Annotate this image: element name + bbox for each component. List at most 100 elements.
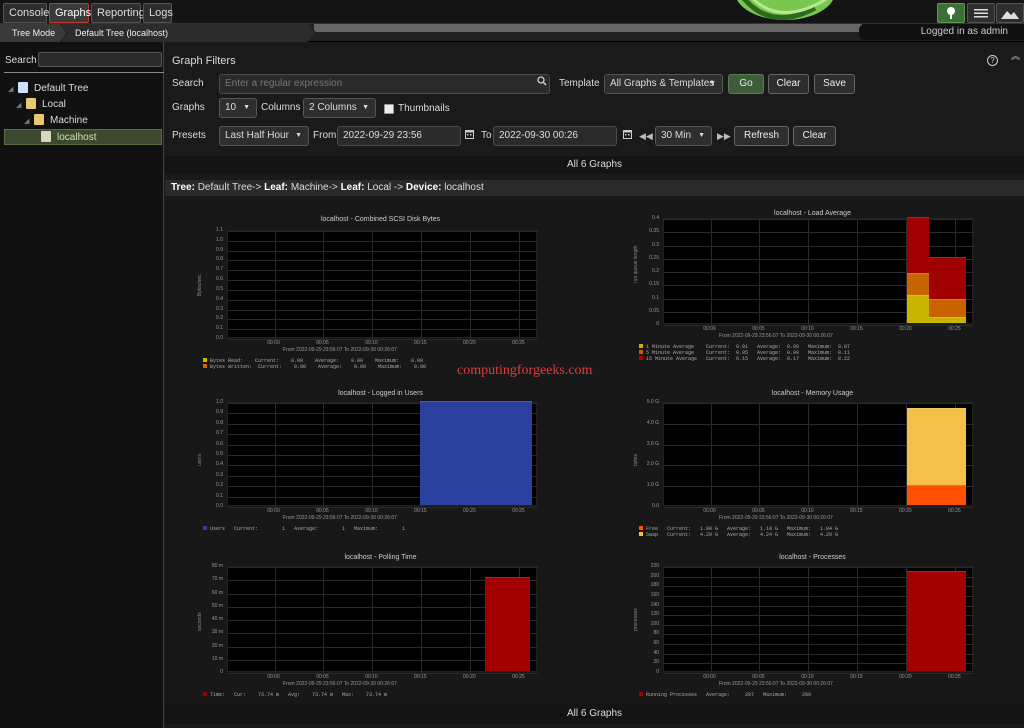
y-tick-label: 0.6 — [216, 440, 223, 447]
shift-forward-icon[interactable]: ▶▶ — [717, 127, 731, 145]
template-select[interactable]: All Graphs & Templates ▼ — [604, 74, 723, 94]
tree-toggle-icon[interactable]: ◢ — [16, 98, 26, 114]
legend-text: Swap Current: 4.29 G Average: 4.24 G Max… — [646, 532, 839, 538]
grid-line — [228, 319, 538, 321]
presets-select[interactable]: Last Half Hour ▼ — [219, 126, 309, 146]
help-icon[interactable]: ? — [987, 55, 998, 66]
leaf-value: Machine-> — [290, 182, 338, 193]
graph-panel[interactable]: localhost - Combined SCSI Disk Bytes 1.1 1… — [183, 216, 578, 376]
y-tick-label: 0.4 — [652, 215, 659, 221]
graph-area-fill — [485, 576, 531, 671]
tree-toggle-icon[interactable]: ◢ — [24, 114, 34, 130]
crumb-default-tree[interactable]: Default Tree (localhost) — [63, 26, 168, 40]
legend-swatch — [203, 692, 207, 696]
y-tick-label: 3.0 G — [646, 440, 659, 447]
chevron-down-icon: ▼ — [295, 132, 302, 139]
presets-value: Last Half Hour — [225, 130, 289, 141]
tree-item-machine[interactable]: ◢ Machine — [24, 113, 164, 129]
graph-panel[interactable]: localhost - Load Average 0.4 0.35 0.3 0.25 0.… — [615, 210, 1010, 370]
y-tick-label: 0.05 — [649, 307, 659, 314]
x-tick-label: 00:05 — [316, 674, 329, 680]
device-value: localhost — [444, 182, 484, 193]
to-label: To — [481, 130, 492, 141]
graph-time-range: From 2022-09-29 23:56:07 To 2022-09-30 0… — [283, 681, 397, 687]
grid-line — [228, 231, 538, 232]
search-icon[interactable] — [537, 75, 547, 93]
calendar-icon[interactable] — [465, 128, 474, 146]
tree-item-local[interactable]: ◢ Local — [16, 97, 156, 113]
tree-item-default-tree[interactable]: ◢ Default Tree — [8, 81, 158, 97]
preview-view-icon[interactable] — [996, 3, 1024, 23]
graph-panel[interactable]: localhost - Polling Time 80 m 70 m 60 m 50 m… — [183, 554, 578, 714]
collapse-icon[interactable]: ︽ — [1011, 52, 1020, 61]
interval-select[interactable]: 30 Min ▼ — [655, 126, 712, 146]
sidebar-search-input[interactable] — [38, 52, 162, 67]
shift-back-icon[interactable]: ◀◀ — [639, 127, 653, 145]
legend-swatch — [639, 350, 643, 354]
x-tick-label: 00:15 — [850, 508, 863, 514]
x-tick-label: 00:00 — [267, 340, 280, 346]
x-tick-label: 00:25 — [948, 508, 961, 514]
grid-line — [664, 403, 974, 404]
thumbnails-checkbox[interactable] — [384, 104, 394, 114]
grid-line — [710, 567, 712, 673]
grid-line — [857, 567, 859, 673]
graph-area-fill — [907, 485, 967, 505]
legend-text: Bytes Written: Current: 0.00 Average: 0.… — [210, 364, 427, 370]
y-tick-label: 0.4 — [216, 461, 223, 468]
x-tick-label: 00:10 — [801, 508, 814, 514]
grid-line — [421, 231, 423, 339]
tab-console[interactable]: Console — [3, 3, 49, 23]
x-tick-label: 00:05 — [316, 508, 329, 514]
clear-button[interactable]: Clear — [768, 74, 809, 94]
graphs-select[interactable]: 10 ▼ — [219, 98, 257, 118]
top-nav-bar: Console Graphs Reporting Logs — [0, 0, 1024, 24]
graph-panel[interactable]: localhost - Memory Usage 5.0 G 4.0 G 3.0 G 2… — [615, 390, 1010, 550]
graph-title: localhost - Processes — [779, 554, 846, 561]
graph-title: localhost - Combined SCSI Disk Bytes — [320, 216, 441, 223]
chevron-down-icon: ▼ — [709, 80, 716, 87]
to-date-input[interactable]: 2022-09-30 00:26 — [493, 126, 617, 146]
search-input[interactable]: Enter a regular expression — [219, 74, 550, 94]
x-tick-label: 00:25 — [512, 508, 525, 514]
leaf-key: Leaf: — [340, 182, 365, 193]
refresh-button[interactable]: Refresh — [734, 126, 789, 146]
tree-toggle-icon[interactable]: ◢ — [8, 82, 18, 98]
leaf-key: Leaf: — [264, 182, 289, 193]
columns-select[interactable]: 2 Columns ▼ — [303, 98, 376, 118]
y-tick-label: 1.0 G — [646, 482, 659, 489]
y-tick-label: 0.2 — [216, 482, 223, 489]
tab-reporting[interactable]: Reporting — [91, 3, 145, 23]
y-tick-label: 0.0 — [216, 503, 223, 509]
y-tick-label: 140 — [650, 601, 659, 608]
go-button[interactable]: Go — [728, 74, 764, 94]
crumb-tree-mode[interactable]: Tree Mode — [0, 26, 55, 40]
graph-area-fill — [907, 571, 967, 671]
graph-panel[interactable]: localhost - Processes 220 200 180 160 140 120 1… — [615, 554, 1010, 714]
graph-panel[interactable]: localhost - Logged in Users 1.0 0.9 0.8 0.7 0… — [183, 390, 578, 550]
y-tick-label: 40 — [653, 649, 659, 656]
y-tick-label: 20 m — [211, 642, 223, 649]
x-tick-label: 00:05 — [752, 326, 765, 332]
clear-dates-button[interactable]: Clear — [793, 126, 836, 146]
tree-view-icon[interactable] — [937, 3, 965, 23]
calendar-icon[interactable] — [623, 128, 632, 146]
x-tick-label: 00:10 — [365, 340, 378, 346]
x-tick-label: 00:15 — [414, 674, 427, 680]
list-view-icon[interactable] — [967, 3, 995, 23]
tree-item-localhost[interactable]: localhost — [4, 129, 162, 145]
login-status[interactable]: Logged in as admin — [859, 24, 1024, 40]
legend-swatch — [639, 344, 643, 348]
graph-time-range: From 2022-09-29 23:56:07 To 2022-09-30 0… — [283, 347, 397, 353]
y-tick-label: 40 m — [211, 616, 223, 622]
tab-graphs[interactable]: Graphs — [49, 3, 91, 23]
tab-logs[interactable]: Logs — [143, 3, 173, 23]
save-button[interactable]: Save — [814, 74, 855, 94]
folder-icon — [34, 114, 44, 125]
legend-swatch — [203, 364, 207, 368]
columns-label: Columns — [261, 102, 301, 113]
grid-line — [470, 231, 472, 339]
x-tick-label: 00:10 — [365, 508, 378, 514]
from-date-input[interactable]: 2022-09-29 23:56 — [337, 126, 461, 146]
y-tick-label: 80 m — [211, 563, 223, 569]
